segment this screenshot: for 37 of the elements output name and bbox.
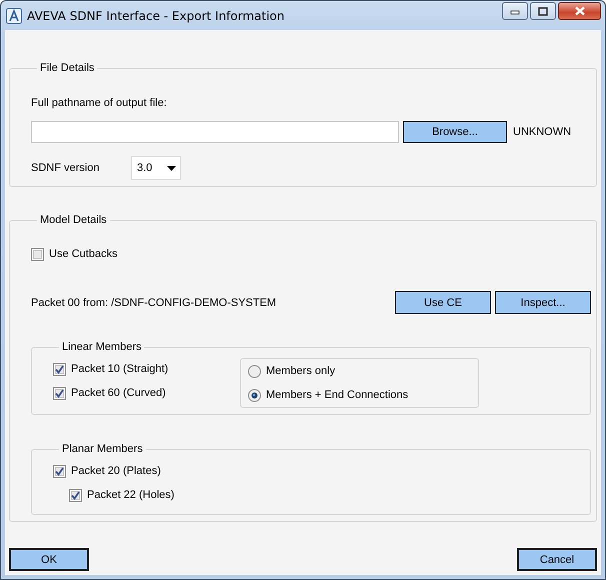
close-button[interactable]: [558, 2, 601, 20]
group-title: Planar Members: [61, 443, 144, 455]
maximize-icon: [538, 6, 548, 16]
maximize-button[interactable]: [530, 2, 556, 20]
close-icon: [574, 6, 586, 16]
checkbox-label[interactable]: Packet 22 (Holes): [87, 489, 174, 501]
packet-source-text: Packet 00 from: /SDNF-CONFIG-DEMO-SYSTEM: [31, 296, 278, 308]
radio-button[interactable]: [248, 388, 261, 402]
use-ce-button[interactable]: Use CE: [395, 291, 491, 314]
app-icon: [6, 8, 22, 24]
field-label: Full pathname of output file:: [31, 97, 168, 110]
minimize-button[interactable]: [502, 2, 528, 20]
checkbox[interactable]: [53, 362, 66, 376]
cancel-button[interactable]: Cancel: [517, 548, 597, 571]
window-title: AVEVA SDNF Interface - Export Information: [27, 8, 286, 22]
checkbox-label[interactable]: Use Cutbacks: [49, 248, 118, 260]
path-input-field[interactable]: [31, 121, 399, 143]
checkbox-label[interactable]: Packet 10 (Straight): [71, 363, 168, 375]
ok-button[interactable]: OK: [9, 548, 89, 571]
group-title: Linear Members: [61, 341, 142, 353]
checkbox[interactable]: [69, 488, 82, 502]
checkbox-label[interactable]: Packet 20 (Plates): [71, 465, 161, 477]
group-title: File Details: [39, 62, 96, 74]
status-text: UNKNOWN: [513, 126, 572, 138]
dropdown-caret-icon: [167, 166, 176, 170]
checkbox[interactable]: [31, 248, 44, 260]
field-label: SDNF version: [31, 162, 100, 174]
radio-label[interactable]: Members only: [266, 365, 336, 377]
checkbox[interactable]: [53, 464, 66, 478]
checkbox-label[interactable]: Packet 60 (Curved): [71, 387, 166, 399]
version-dropdown[interactable]: 3.0: [131, 156, 181, 180]
browse-button[interactable]: Browse...: [403, 121, 507, 143]
radio-label[interactable]: Members + End Connections: [266, 389, 408, 401]
inspect-button[interactable]: Inspect...: [495, 291, 591, 314]
checkbox[interactable]: [53, 386, 66, 400]
radio-button[interactable]: [248, 364, 261, 378]
group-title: Model Details: [39, 214, 108, 226]
